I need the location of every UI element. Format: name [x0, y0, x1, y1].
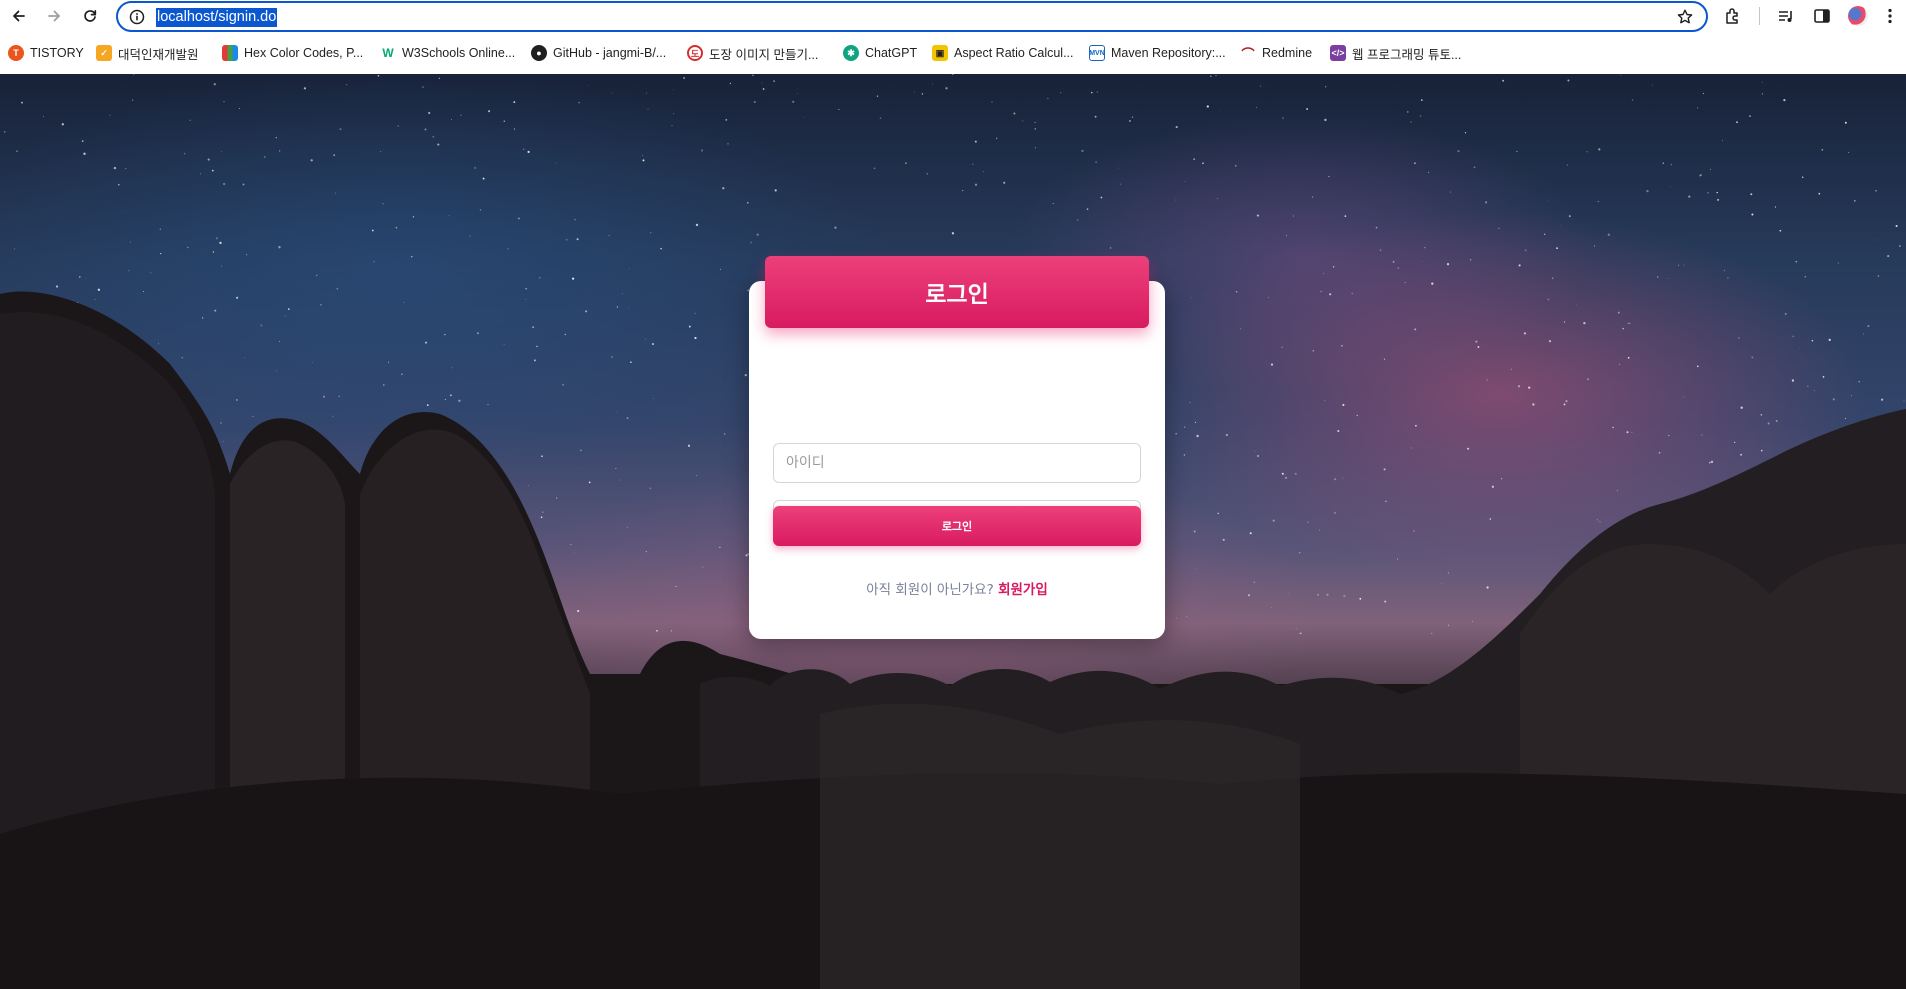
forward-button[interactable]	[42, 4, 66, 28]
bookmark-github[interactable]: ● GitHub - jangmi-B/...	[531, 43, 666, 63]
bookmark-chatgpt[interactable]: ✱ ChatGPT	[843, 43, 917, 63]
tistory-icon: T	[8, 45, 24, 61]
toolbar-separator	[1759, 7, 1760, 25]
chatgpt-icon: ✱	[843, 45, 859, 61]
hex-color-icon	[222, 45, 238, 61]
maven-icon: MVN	[1089, 45, 1105, 61]
redmine-icon: ⌒	[1241, 46, 1255, 62]
login-button[interactable]: 로그인	[773, 506, 1141, 546]
username-input[interactable]	[773, 443, 1141, 483]
profile-avatar[interactable]	[1848, 6, 1868, 26]
site-info-icon[interactable]	[128, 8, 146, 26]
browser-toolbar: localhost/signin.do	[0, 0, 1906, 32]
w3schools-icon: W	[382, 46, 394, 60]
extensions-icon[interactable]	[1723, 6, 1743, 26]
bookmark-label: Hex Color Codes, P...	[244, 46, 364, 60]
bookmark-label: ChatGPT	[865, 46, 918, 60]
signup-prompt-row: 아직 회원이 아닌가요? 회원가입	[749, 578, 1165, 598]
bookmark-label: 웹 프로그래밍 튜토...	[1352, 47, 1462, 62]
bookmark-label: Redmine	[1262, 46, 1313, 60]
bookmark-star-icon[interactable]	[1676, 8, 1694, 26]
bookmark-label: Maven Repository:...	[1111, 46, 1226, 60]
login-title: 로그인	[925, 282, 989, 308]
reload-icon	[84, 9, 97, 22]
signup-prompt-text: 아직 회원이 아닌가요?	[866, 582, 994, 598]
bookmark-label: 도장 이미지 만들기...	[709, 47, 819, 62]
github-icon: ●	[531, 45, 547, 61]
arrow-right-icon	[48, 10, 60, 22]
aspect-ratio-icon: ▣	[932, 45, 948, 61]
media-controls-icon[interactable]	[1776, 6, 1796, 26]
url-text[interactable]: localhost/signin.do	[156, 8, 278, 27]
bookmark-label: W3Schools Online...	[402, 46, 516, 60]
bookmark-w3schools[interactable]: W W3Schools Online...	[380, 43, 515, 63]
bookmark-maven[interactable]: MVN Maven Repository:...	[1089, 43, 1226, 63]
back-button[interactable]	[7, 4, 31, 28]
bookmark-hex-color[interactable]: Hex Color Codes, P...	[222, 43, 363, 63]
bookmark-label: GitHub - jangmi-B/...	[553, 46, 667, 60]
bookmark-stamp[interactable]: 도 도장 이미지 만들기...	[687, 43, 818, 63]
side-panel-icon[interactable]	[1812, 6, 1832, 26]
bookmark-label: 대덕인재개발원	[118, 47, 199, 62]
bookmark-web-tutorial[interactable]: </> 웹 프로그래밍 튜토...	[1330, 43, 1461, 63]
bookmark-label: TISTORY	[30, 46, 84, 60]
bookmark-tistory[interactable]: T TISTORY	[8, 43, 84, 63]
login-card-header: 로그인	[765, 256, 1149, 328]
address-bar[interactable]: localhost/signin.do	[116, 1, 1708, 32]
bookmark-redmine[interactable]: ⌒ Redmine	[1240, 43, 1312, 63]
bookmark-aspect-ratio[interactable]: ▣ Aspect Ratio Calcul...	[932, 43, 1074, 63]
reload-button[interactable]	[78, 4, 102, 28]
daedeok-icon: ✓	[96, 45, 112, 61]
arrow-left-icon	[13, 10, 25, 22]
bookmarks-bar: T TISTORY ✓ 대덕인재개발원 Hex Color Codes, P..…	[0, 32, 1906, 72]
more-menu-icon[interactable]	[1880, 6, 1900, 26]
bookmark-daedeok[interactable]: ✓ 대덕인재개발원	[96, 43, 199, 63]
bookmark-label: Aspect Ratio Calcul...	[954, 46, 1074, 60]
signup-link[interactable]: 회원가입	[998, 582, 1048, 598]
web-tutorial-icon: </>	[1330, 45, 1346, 61]
stamp-icon: 도	[687, 45, 703, 61]
